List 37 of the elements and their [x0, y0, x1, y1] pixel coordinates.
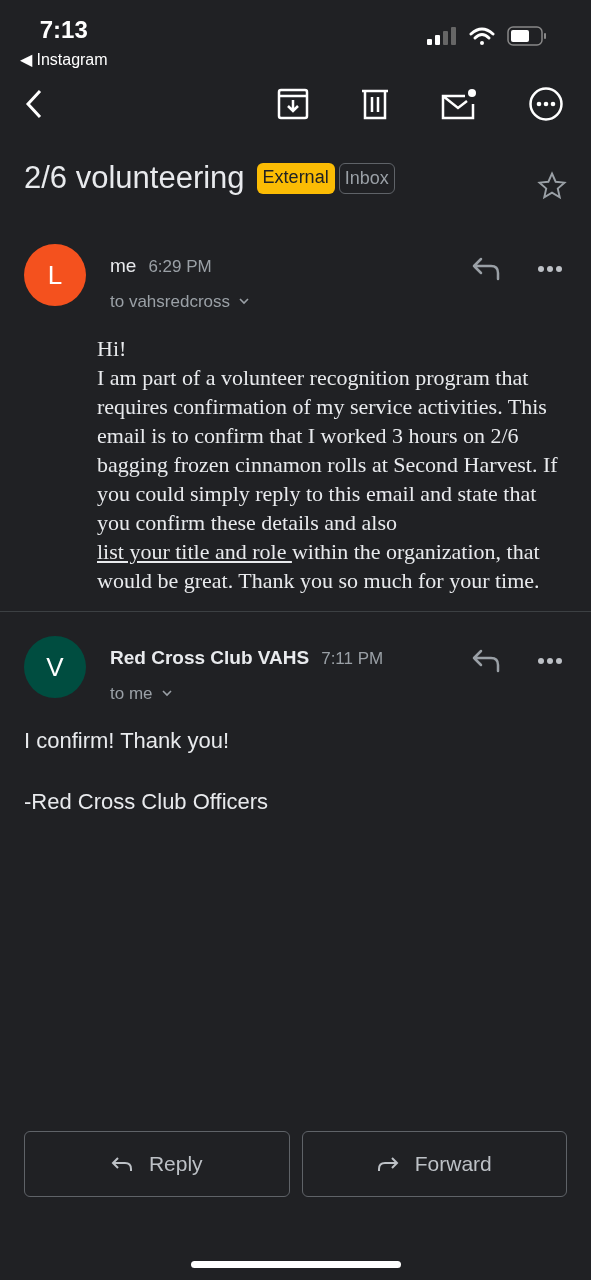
forward-icon — [376, 1156, 399, 1172]
chevron-down-icon — [238, 297, 250, 306]
message-time: 7:11 PM — [321, 648, 384, 670]
folder-label: Inbox — [338, 162, 395, 194]
more-icon[interactable] — [537, 265, 563, 273]
message-greeting: Hi! — [97, 335, 128, 363]
reply-button[interactable]: Reply — [24, 1131, 290, 1197]
message-text: I confirm! Thank you! — [24, 727, 230, 755]
star-icon[interactable] — [537, 171, 567, 201]
reply-icon — [110, 1156, 133, 1172]
message-body: I am part of a volunteer recognition program that requires confirmation of my service activities. This email is to confirm that I worked 3 hours on 2/6 bagging frozen cinnamon rolls at Second Harvest. If you could simply reply to this email and state that you confirm these details and also list your title and role within the organization, that would be great. Thank you so much for your time. — [97, 364, 559, 595]
signal-icon — [427, 27, 457, 45]
reply-icon[interactable] — [471, 648, 501, 674]
message-text: -Red Cross Club Officers — [24, 788, 270, 816]
sender-name: me — [110, 254, 137, 278]
clock-time: 7:13 — [39, 15, 88, 45]
forward-button[interactable]: Forward — [301, 1131, 567, 1197]
wifi-icon — [469, 26, 495, 46]
more-icon[interactable] — [537, 657, 563, 665]
chevron-down-icon — [160, 689, 173, 698]
back-to-app-link[interactable]: ◀ Instagram — [20, 48, 108, 72]
reply-icon[interactable] — [471, 256, 501, 282]
more-options-icon[interactable] — [529, 87, 563, 121]
recipient-toggle[interactable]: to vahsredcross — [110, 288, 250, 314]
avatar: V — [24, 636, 86, 698]
external-label: External — [256, 162, 335, 194]
recipient-toggle[interactable]: to me — [110, 680, 173, 706]
link-text[interactable]: list your title and role — [97, 539, 292, 564]
archive-icon[interactable] — [277, 88, 309, 120]
back-icon[interactable] — [24, 88, 44, 120]
trash-icon[interactable] — [361, 88, 389, 120]
sender-name: Red Cross Club VAHS — [110, 646, 310, 670]
email-subject: 2/6 volunteering — [24, 158, 245, 197]
battery-icon — [507, 26, 547, 46]
avatar: L — [24, 244, 86, 306]
message-time: 6:29 PM — [148, 256, 212, 278]
mail-unread-icon[interactable] — [441, 88, 477, 120]
